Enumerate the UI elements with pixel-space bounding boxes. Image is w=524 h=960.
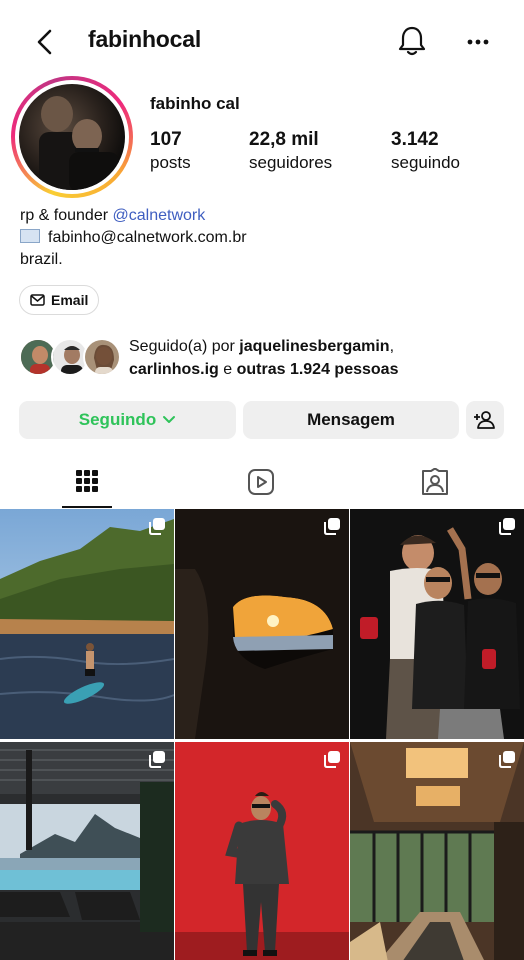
multiple-posts-icon (149, 518, 165, 535)
avatar (19, 84, 125, 190)
post-thumbnail[interactable] (350, 742, 524, 960)
followed-by[interactable]: Seguido(a) por jaquelinesbergamin, carli… (19, 335, 519, 379)
display-name: fabinho cal (150, 94, 240, 113)
post-thumbnail[interactable] (175, 509, 349, 739)
email-button[interactable]: Email (19, 285, 100, 315)
stat-following-value: 3.142 (391, 129, 439, 150)
top-bar: fabinhocal (0, 0, 524, 84)
multiple-posts-icon (499, 751, 515, 768)
bio-line-2: fabinho@calnetwork.com.br (20, 227, 500, 249)
reels-icon (248, 469, 274, 495)
more-horizontal-icon[interactable] (464, 30, 492, 54)
envelope-icon (20, 229, 40, 243)
follower-avatar (83, 338, 121, 376)
followed-by-text: Seguido(a) por jaquelinesbergamin, carli… (129, 338, 399, 378)
message-button[interactable]: Mensagem (243, 401, 459, 439)
stat-followers-label: seguidores (249, 153, 333, 172)
follower-link[interactable]: carlinhos.ig (129, 361, 219, 378)
chevron-down-icon (163, 416, 176, 423)
other-followers-link[interactable]: outras 1.924 pessoas (237, 361, 399, 378)
following-button[interactable]: Seguindo (19, 401, 236, 439)
multiple-posts-icon (324, 751, 340, 768)
add-user-button[interactable] (466, 401, 504, 439)
stat-posts-label: posts (150, 153, 191, 172)
post-thumbnail[interactable] (175, 742, 349, 960)
post-thumbnail[interactable] (350, 509, 524, 739)
multiple-posts-icon (499, 518, 515, 535)
multiple-posts-icon (324, 518, 340, 535)
bio-mention-link[interactable]: @calnetwork (113, 207, 206, 224)
tab-posts-grid[interactable] (62, 456, 112, 508)
post-thumbnail[interactable] (0, 742, 174, 960)
stat-following[interactable]: 3.142 seguindo (391, 128, 460, 174)
add-user-icon (474, 411, 495, 429)
stat-followers-value: 22,8 mil (249, 129, 319, 150)
tagged-user-icon (422, 468, 448, 495)
bell-icon[interactable] (396, 24, 428, 58)
stat-posts[interactable]: 107 posts (150, 128, 191, 174)
multiple-posts-icon (149, 751, 165, 768)
mail-icon (30, 294, 45, 306)
profile-username: fabinhocal (88, 26, 202, 52)
stat-posts-value: 107 (150, 129, 182, 150)
bio-email: fabinho@calnetwork.com.br (48, 229, 247, 246)
stat-following-label: seguindo (391, 153, 461, 172)
post-thumbnail[interactable] (0, 509, 174, 739)
tab-tagged[interactable] (410, 456, 460, 508)
bio-line-3: brazil. (20, 251, 63, 268)
avatar-story-ring[interactable] (11, 76, 133, 198)
tab-reels[interactable] (236, 456, 286, 508)
follower-link[interactable]: jaquelinesbergamin (239, 338, 389, 355)
chevron-left-icon[interactable] (30, 26, 62, 58)
profile-tabs (0, 456, 524, 508)
bio: rp & founder @calnetwork fabinho@calnetw… (20, 205, 500, 271)
posts-grid (0, 509, 524, 960)
stat-followers[interactable]: 22,8 mil seguidores (249, 128, 332, 174)
grid-icon (76, 470, 98, 492)
bio-line-1: rp & founder @calnetwork (20, 207, 206, 224)
